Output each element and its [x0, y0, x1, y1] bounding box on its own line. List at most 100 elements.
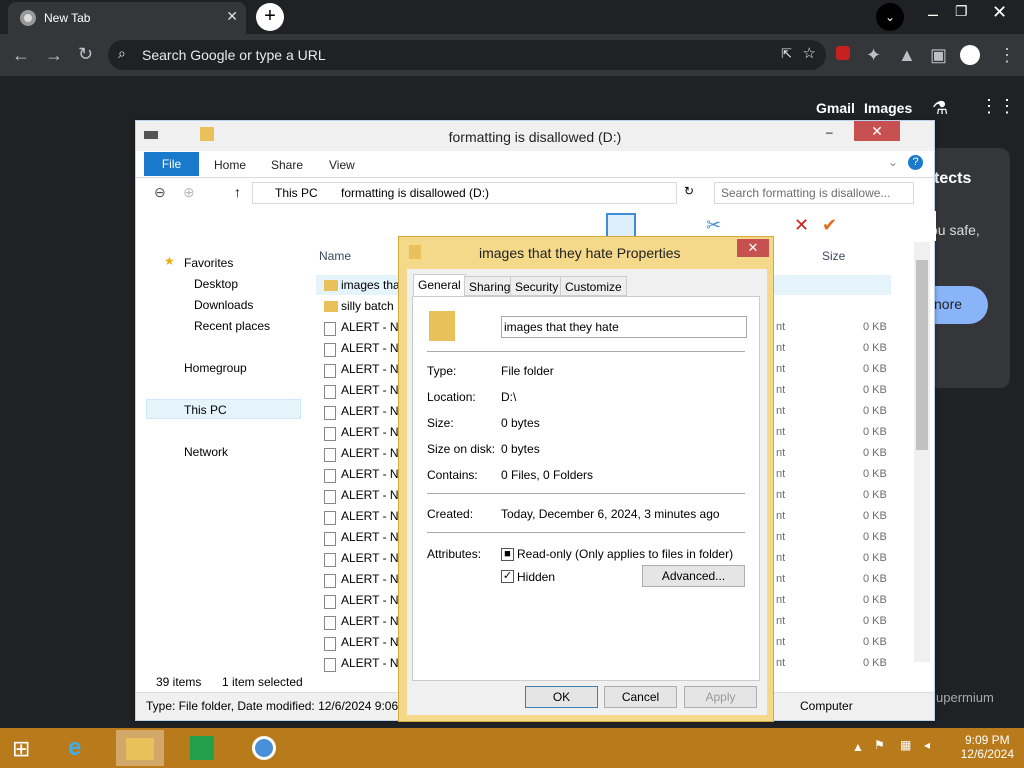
new-tab-button[interactable]: +	[256, 3, 284, 31]
nav-thispc[interactable]: This PC	[184, 403, 227, 417]
file-icon	[324, 490, 336, 504]
help-icon[interactable]: ?	[908, 155, 923, 170]
images-link[interactable]: Images	[864, 100, 912, 116]
list-item-size: 0 KB	[863, 552, 887, 564]
size-value: 0 bytes	[501, 416, 540, 430]
close-tab-icon[interactable]: ✕	[226, 8, 238, 25]
dialog-titlebar[interactable]: images that they hate Properties	[399, 237, 773, 267]
list-item-size: 0 KB	[863, 573, 887, 585]
apps-grid-icon[interactable]: ⋮⋮	[980, 96, 1016, 117]
explorer-taskbar-item[interactable]	[116, 730, 164, 766]
ribbon-tab-file[interactable]: File	[144, 152, 199, 176]
close-window-icon[interactable]: ✕	[992, 2, 1007, 23]
search-box[interactable]: Search formatting is disallowe...	[714, 182, 914, 204]
chrome-taskbar-item[interactable]	[240, 730, 288, 766]
puzzle-icon[interactable]: ✦	[866, 45, 881, 66]
column-name[interactable]: Name	[319, 249, 351, 263]
apply-button[interactable]: Apply	[684, 686, 757, 708]
restore-icon[interactable]: ❐	[955, 3, 968, 20]
start-button[interactable]: ⊞	[0, 730, 48, 766]
nav-recent-places[interactable]: Recent places	[194, 319, 270, 333]
labs-icon[interactable]: ▲	[898, 45, 916, 66]
list-item-name[interactable]: images tha	[341, 278, 400, 292]
extension-icon[interactable]	[836, 46, 850, 60]
omnibox[interactable]: ⌕ Search Google or type a URL ⇱ ☆	[108, 40, 826, 70]
size-on-disk-label: Size on disk:	[427, 442, 496, 456]
labs-flask-icon[interactable]: ⚗	[932, 98, 948, 119]
checkmark-icon[interactable]: ✔	[822, 215, 837, 236]
flag-icon[interactable]: ⚑	[874, 738, 885, 752]
back-icon[interactable]: ⊖	[154, 184, 166, 201]
location-label: Location:	[427, 390, 476, 404]
ribbon-tab-view[interactable]: View	[329, 158, 355, 172]
list-item-type: nt	[776, 510, 786, 522]
clock[interactable]: 9:09 PM 12/6/2024	[961, 733, 1014, 761]
list-item-size: 0 KB	[863, 426, 887, 438]
network-icon[interactable]: ▦	[900, 738, 911, 752]
sidebar-icon[interactable]: ▣	[930, 45, 947, 66]
list-item-type: nt	[776, 657, 786, 669]
reload-icon[interactable]: ↻	[78, 44, 93, 65]
share-icon[interactable]: ⇱	[781, 46, 792, 62]
scissors-icon[interactable]: ✂	[706, 215, 721, 236]
expand-ribbon-icon[interactable]: ⌄	[888, 155, 898, 169]
nav-downloads[interactable]: Downloads	[194, 298, 253, 312]
minimize-icon[interactable]: –	[928, 4, 938, 25]
tab-general[interactable]: General	[413, 274, 466, 297]
delete-icon[interactable]: ✕	[794, 215, 809, 236]
tab-search-icon[interactable]: ⌄	[876, 3, 904, 31]
ribbon-tab-share[interactable]: Share	[271, 158, 303, 172]
scroll-thumb[interactable]	[916, 260, 928, 450]
tray-expand-icon[interactable]: ▲	[852, 740, 864, 754]
advanced-button[interactable]: Advanced...	[642, 565, 745, 587]
menu-icon[interactable]: ⋮	[998, 45, 1016, 66]
volume-icon[interactable]: ◂	[924, 738, 930, 752]
breadcrumb-drive[interactable]: formatting is disallowed (D:)	[341, 186, 489, 200]
list-item-size: 0 KB	[863, 342, 887, 354]
store-taskbar-item[interactable]	[178, 730, 226, 766]
nav-favorites[interactable]: Favorites	[184, 256, 233, 270]
back-icon[interactable]: ←	[12, 45, 30, 66]
nav-homegroup[interactable]: Homegroup	[184, 361, 247, 375]
tab-customize[interactable]: Customize	[560, 276, 627, 296]
dialog-body: General Sharing Security Customize image…	[407, 269, 767, 715]
vertical-scrollbar[interactable]	[914, 242, 930, 662]
tab-security[interactable]: Security	[510, 276, 564, 296]
list-item-type: nt	[776, 573, 786, 585]
explorer-titlebar[interactable]: formatting is disallowed (D:) – ▭	[136, 121, 934, 151]
hidden-checkbox[interactable]: ✓	[501, 570, 514, 583]
forward-icon[interactable]: ⊕	[183, 184, 195, 201]
list-item-type: nt	[776, 552, 786, 564]
ribbon-tab-home[interactable]: Home	[214, 158, 246, 172]
list-item-name[interactable]: silly batch	[341, 299, 394, 313]
bookmark-star-icon[interactable]: ☆	[803, 44, 816, 62]
dialog-close-button[interactable]: ✕	[737, 239, 769, 257]
explorer-close-button[interactable]: ✕	[854, 121, 900, 141]
ie-taskbar-item[interactable]: e	[56, 730, 104, 766]
minimize-icon[interactable]: –	[826, 125, 833, 139]
up-icon[interactable]: ↑	[234, 184, 241, 200]
forward-icon[interactable]: →	[45, 45, 63, 66]
refresh-icon[interactable]: ↻	[684, 184, 694, 198]
contains-label: Contains:	[427, 468, 478, 482]
column-size[interactable]: Size	[822, 249, 845, 263]
file-icon	[324, 616, 336, 630]
nav-desktop[interactable]: Desktop	[194, 277, 238, 291]
nav-network[interactable]: Network	[184, 445, 228, 459]
gmail-link[interactable]: Gmail	[816, 100, 855, 116]
file-icon	[324, 595, 336, 609]
ok-button[interactable]: OK	[525, 686, 598, 708]
size-on-disk-value: 0 bytes	[501, 442, 540, 456]
tab-sharing[interactable]: Sharing	[464, 276, 516, 296]
profile-avatar[interactable]	[960, 45, 980, 65]
address-bar[interactable]: This PC formatting is disallowed (D:)	[252, 182, 677, 204]
file-icon	[324, 385, 336, 399]
cancel-button[interactable]: Cancel	[604, 686, 677, 708]
list-item-size: 0 KB	[863, 321, 887, 333]
readonly-checkbox[interactable]: ■	[501, 548, 514, 561]
contains-value: 0 Files, 0 Folders	[501, 468, 594, 482]
browser-tab[interactable]: New Tab ✕	[8, 2, 246, 34]
status-items: 39 items	[156, 675, 202, 689]
folder-name-input[interactable]: images that they hate	[501, 316, 747, 338]
breadcrumb-thispc[interactable]: This PC	[275, 186, 318, 200]
